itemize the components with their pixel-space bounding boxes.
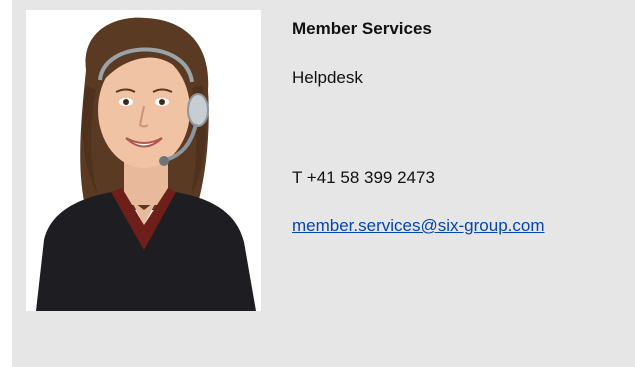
contact-name: Member Services: [292, 19, 432, 38]
contact-department: Helpdesk: [292, 68, 363, 87]
support-agent-photo: [26, 10, 261, 311]
contact-email-link[interactable]: member.services@six-group.com: [292, 216, 545, 236]
contact-card: Member Services Helpdesk T +41 58 399 24…: [12, 0, 635, 367]
contact-phone: T +41 58 399 2473: [292, 168, 435, 187]
